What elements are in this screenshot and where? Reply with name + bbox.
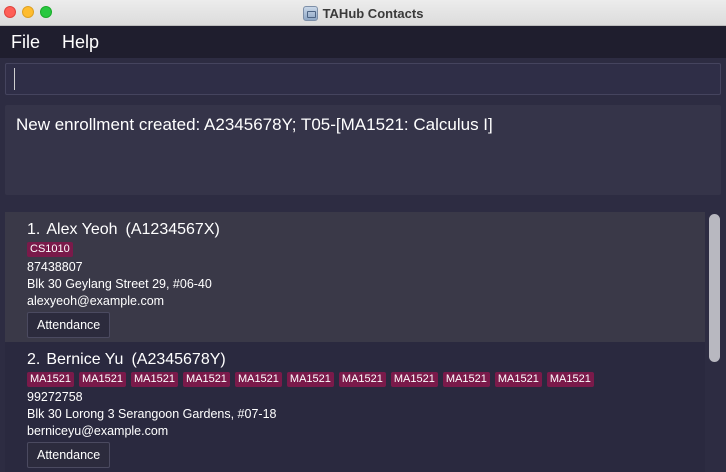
result-panel: New enrollment created: A2345678Y; T05-[… xyxy=(0,100,726,200)
app-icon xyxy=(302,5,318,21)
text-caret xyxy=(14,68,15,90)
menu-file[interactable]: File xyxy=(0,32,51,53)
course-tag: MA1521 xyxy=(234,372,282,387)
contact-header: 2. Bernice Yu (A2345678Y) xyxy=(27,351,705,371)
list-scrollbar[interactable] xyxy=(707,212,722,472)
contact-index: 2. xyxy=(27,351,41,368)
contact-email: berniceyu@example.com xyxy=(27,424,169,438)
contact-student-id: (A1234567X) xyxy=(125,221,220,238)
contact-header: 1. Alex Yeoh (A1234567X) xyxy=(27,221,705,241)
course-tag: MA1521 xyxy=(390,372,438,387)
command-input[interactable] xyxy=(5,63,721,95)
app-window: TAHub Contacts File Help New enrollment … xyxy=(0,0,726,472)
contact-name: Alex Yeoh xyxy=(46,221,118,238)
contact-card[interactable]: 2. Bernice Yu (A2345678Y) MA1521 MA1521 … xyxy=(5,342,705,472)
window-title: TAHub Contacts xyxy=(322,5,424,21)
course-tag: MA1521 xyxy=(546,372,594,387)
contact-phone: 99272758 xyxy=(27,390,83,404)
contact-index: 1. xyxy=(27,221,41,238)
course-tag: MA1521 xyxy=(78,372,126,387)
course-tag: MA1521 xyxy=(494,372,542,387)
command-panel xyxy=(0,58,726,100)
contact-address: Blk 30 Geylang Street 29, #06-40 xyxy=(27,277,212,291)
course-tag: CS1010 xyxy=(27,242,73,257)
course-tag: MA1521 xyxy=(338,372,386,387)
attendance-button[interactable]: Attendance xyxy=(27,442,111,468)
course-tag: MA1521 xyxy=(286,372,334,387)
contact-address: Blk 30 Lorong 3 Serangoon Gardens, #07-1… xyxy=(27,407,277,421)
attendance-button[interactable]: Attendance xyxy=(27,312,111,338)
course-tag: MA1521 xyxy=(130,372,178,387)
course-tag: MA1521 xyxy=(182,372,230,387)
result-display: New enrollment created: A2345678Y; T05-[… xyxy=(5,105,721,195)
contact-card[interactable]: 1. Alex Yeoh (A1234567X) CS1010 87438807… xyxy=(5,212,705,342)
contact-list[interactable]: 1. Alex Yeoh (A1234567X) CS1010 87438807… xyxy=(5,212,705,472)
contact-email: alexyeoh@example.com xyxy=(27,294,165,308)
course-tag: MA1521 xyxy=(27,372,74,387)
scroll-thumb[interactable] xyxy=(709,214,720,362)
menu-bar: File Help xyxy=(0,26,726,58)
contact-student-id: (A2345678Y) xyxy=(131,351,226,368)
course-tag: MA1521 xyxy=(442,372,490,387)
title-bar: TAHub Contacts xyxy=(0,0,726,26)
contact-name: Bernice Yu xyxy=(46,351,124,368)
title-wrap: TAHub Contacts xyxy=(0,0,726,26)
contact-tags: CS1010 xyxy=(27,242,705,259)
contact-tags: MA1521 MA1521 MA1521 MA1521 MA1521 MA152… xyxy=(27,372,705,389)
menu-help[interactable]: Help xyxy=(51,32,110,53)
contact-list-panel: 1. Alex Yeoh (A1234567X) CS1010 87438807… xyxy=(0,200,726,472)
contact-phone: 87438807 xyxy=(27,260,83,274)
